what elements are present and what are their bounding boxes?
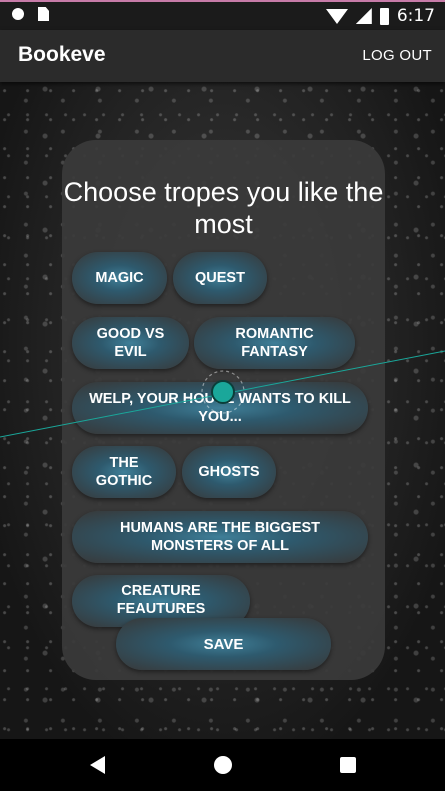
notification-dot-icon bbox=[12, 8, 24, 20]
save-button[interactable]: SAVE bbox=[116, 618, 331, 670]
app-bar: Bookeve LOG OUT bbox=[0, 30, 445, 82]
trope-chip-romantic-fantasy[interactable]: ROMANTIC FANTASY bbox=[194, 317, 355, 369]
recents-icon[interactable] bbox=[340, 757, 356, 773]
logout-button[interactable]: LOG OUT bbox=[362, 47, 432, 64]
signal-icon bbox=[355, 8, 372, 24]
trope-chip-magic[interactable]: MAGIC bbox=[72, 252, 167, 304]
trope-chip-the-gothic[interactable]: THE GOTHIC bbox=[72, 446, 176, 498]
trope-chip-humans-biggest-monsters[interactable]: HUMANS ARE THE BIGGEST MONSTERS OF ALL bbox=[72, 511, 368, 563]
sd-card-icon bbox=[38, 7, 49, 21]
app-title: Bookeve bbox=[18, 43, 106, 66]
trope-chip-good-vs-evil[interactable]: GOOD VS EVIL bbox=[72, 317, 189, 369]
wifi-icon bbox=[325, 8, 348, 24]
battery-icon bbox=[379, 7, 389, 25]
trope-chip-ghosts[interactable]: GHOSTS bbox=[182, 446, 276, 498]
navigation-bar bbox=[0, 739, 445, 791]
card-title: Choose tropes you like the most bbox=[63, 177, 384, 239]
status-bar: 6:17 bbox=[0, 0, 445, 30]
back-icon[interactable] bbox=[90, 756, 105, 774]
status-time: 6:17 bbox=[396, 6, 435, 26]
trope-chip-house-wants-to-kill-you[interactable]: WELP, YOUR HOUSE WANTS TO KILL YOU... bbox=[72, 382, 368, 434]
trope-chip-quest[interactable]: QUEST bbox=[173, 252, 267, 304]
trope-selection-card: Choose tropes you like the most MAGIC QU… bbox=[62, 140, 385, 680]
home-icon[interactable] bbox=[214, 756, 232, 774]
